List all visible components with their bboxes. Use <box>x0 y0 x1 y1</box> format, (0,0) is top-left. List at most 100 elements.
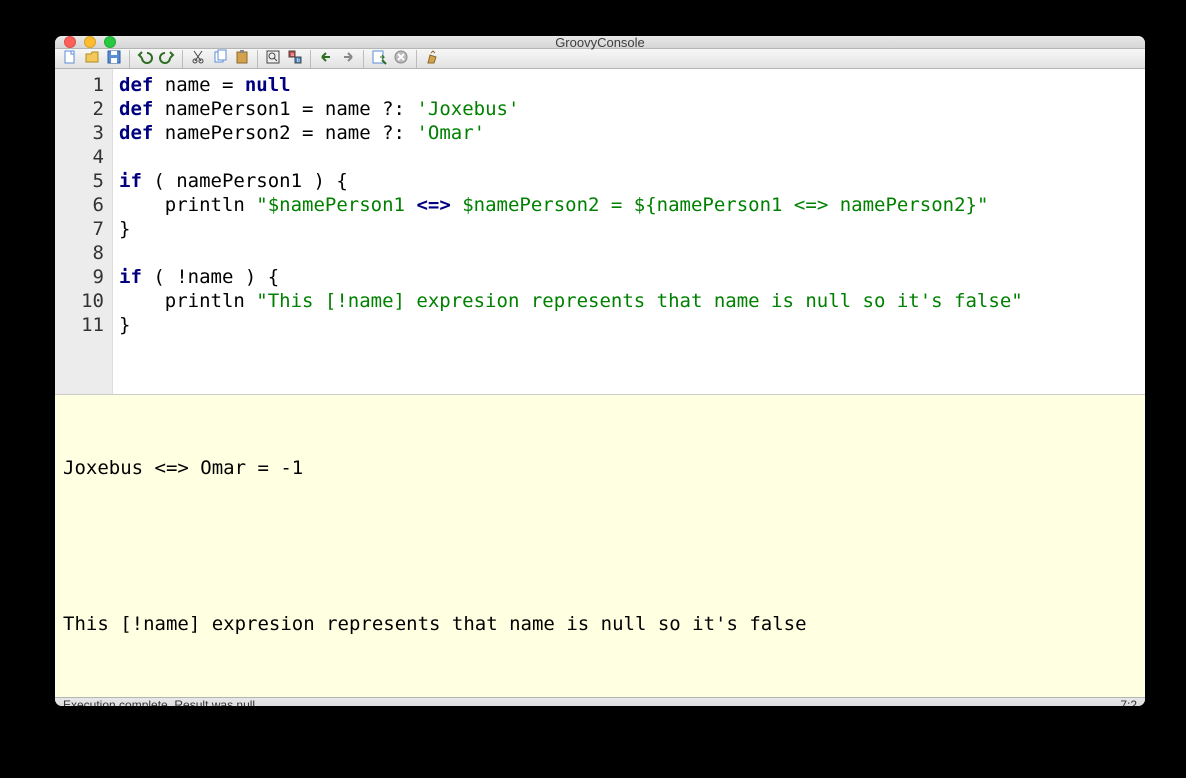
code-line[interactable]: def namePerson1 = name ?: 'Joxebus' <box>119 97 1139 121</box>
toolbar-separator <box>363 50 364 68</box>
line-number: 3 <box>55 121 104 145</box>
history-prev-icon <box>318 49 334 68</box>
open-button[interactable] <box>81 49 103 68</box>
new-icon <box>62 49 78 68</box>
stop-button[interactable] <box>390 49 412 68</box>
code-line[interactable]: def name = null <box>119 73 1139 97</box>
token-str: $namePerson2 = ${namePerson1 <=> namePer… <box>451 194 989 216</box>
code-area[interactable]: def name = nulldef namePerson1 = name ?:… <box>113 69 1145 394</box>
token-kw: if <box>119 266 142 288</box>
code-line[interactable] <box>119 241 1139 265</box>
window-title: GroovyConsole <box>55 36 1145 50</box>
token: println <box>119 290 256 312</box>
line-number: 6 <box>55 193 104 217</box>
replace-button[interactable]: ab <box>284 49 306 68</box>
code-line[interactable]: println "$namePerson1 <=> $namePerson2 =… <box>119 193 1139 217</box>
token-str: 'Joxebus' <box>416 98 519 120</box>
code-line[interactable] <box>119 145 1139 169</box>
token: ( !name ) <box>142 266 268 288</box>
token-kw: def <box>119 74 153 96</box>
output-line: Joxebus <=> Omar = -1 <box>63 455 1137 481</box>
token: namePerson1 = name ?: <box>153 98 416 120</box>
token-kw: def <box>119 122 153 144</box>
line-number: 9 <box>55 265 104 289</box>
find-button[interactable] <box>262 49 284 68</box>
zoom-button[interactable] <box>104 36 116 48</box>
toolbar-separator <box>182 50 183 68</box>
line-number: 1 <box>55 73 104 97</box>
save-icon <box>106 49 122 68</box>
copy-button[interactable] <box>209 49 231 68</box>
token-brace: { <box>336 170 347 192</box>
output-line: This [!name] expresion represents that n… <box>63 611 1137 637</box>
status-bar: Execution complete. Result was null. 7:2 <box>55 697 1145 706</box>
token-kw: def <box>119 98 153 120</box>
history-prev-button[interactable] <box>315 49 337 68</box>
code-line[interactable]: if ( namePerson1 ) { <box>119 169 1139 193</box>
paste-icon <box>234 49 250 68</box>
line-number: 7 <box>55 217 104 241</box>
toolbar-separator <box>310 50 311 68</box>
token-str: 'Omar' <box>416 122 485 144</box>
token-brace: { <box>268 266 279 288</box>
redo-icon <box>159 49 175 68</box>
paste-button[interactable] <box>231 49 253 68</box>
close-button[interactable] <box>64 36 76 48</box>
token-kwnull: null <box>245 74 291 96</box>
cut-icon <box>190 49 206 68</box>
output-blank <box>63 533 1137 559</box>
replace-icon: ab <box>287 49 303 68</box>
toolbar-separator <box>257 50 258 68</box>
code-line[interactable]: if ( !name ) { <box>119 265 1139 289</box>
output-pane[interactable]: Joxebus <=> Omar = -1 This [!name] expre… <box>55 394 1145 697</box>
token-op: <=> <box>416 194 450 216</box>
svg-text:b: b <box>297 58 300 64</box>
token: ( namePerson1 ) <box>142 170 336 192</box>
line-number: 10 <box>55 289 104 313</box>
token-str: "This [!name] expresion represents that … <box>256 290 1022 312</box>
status-right: 7:2 <box>1120 698 1137 706</box>
token: namePerson2 = name ?: <box>153 122 416 144</box>
save-button[interactable] <box>103 49 125 68</box>
line-number: 8 <box>55 241 104 265</box>
code-line[interactable]: } <box>119 313 1139 337</box>
find-icon <box>265 49 281 68</box>
svg-text:a: a <box>291 52 294 58</box>
clear-icon <box>424 49 440 68</box>
token: println <box>119 194 256 216</box>
code-editor[interactable]: 1234567891011 def name = nulldef namePer… <box>55 69 1145 394</box>
stop-icon <box>393 49 409 68</box>
new-button[interactable] <box>59 49 81 68</box>
toolbar: ab <box>55 49 1145 69</box>
undo-icon <box>137 49 153 68</box>
code-line[interactable]: def namePerson2 = name ?: 'Omar' <box>119 121 1139 145</box>
line-number: 5 <box>55 169 104 193</box>
code-line[interactable]: println "This [!name] expresion represen… <box>119 289 1139 313</box>
token-brace: } <box>119 218 130 240</box>
toolbar-separator <box>129 50 130 68</box>
clear-button[interactable] <box>421 49 443 68</box>
minimize-button[interactable] <box>84 36 96 48</box>
history-next-button[interactable] <box>337 49 359 68</box>
token: } <box>119 314 130 336</box>
redo-button[interactable] <box>156 49 178 68</box>
copy-icon <box>212 49 228 68</box>
token: name = <box>153 74 245 96</box>
line-number: 11 <box>55 313 104 337</box>
cut-button[interactable] <box>187 49 209 68</box>
token-str: "$namePerson1 <box>256 194 416 216</box>
line-number: 4 <box>55 145 104 169</box>
titlebar: GroovyConsole <box>55 36 1145 49</box>
run-button[interactable] <box>368 49 390 68</box>
status-left: Execution complete. Result was null. <box>63 698 258 706</box>
code-line[interactable]: } <box>119 217 1139 241</box>
undo-button[interactable] <box>134 49 156 68</box>
open-icon <box>84 49 100 68</box>
line-gutter: 1234567891011 <box>55 69 113 394</box>
line-number: 2 <box>55 97 104 121</box>
traffic-lights <box>55 36 116 48</box>
history-next-icon <box>340 49 356 68</box>
token-kw: if <box>119 170 142 192</box>
toolbar-separator <box>416 50 417 68</box>
app-window: GroovyConsole ab 1234567891011 def name … <box>55 36 1145 706</box>
